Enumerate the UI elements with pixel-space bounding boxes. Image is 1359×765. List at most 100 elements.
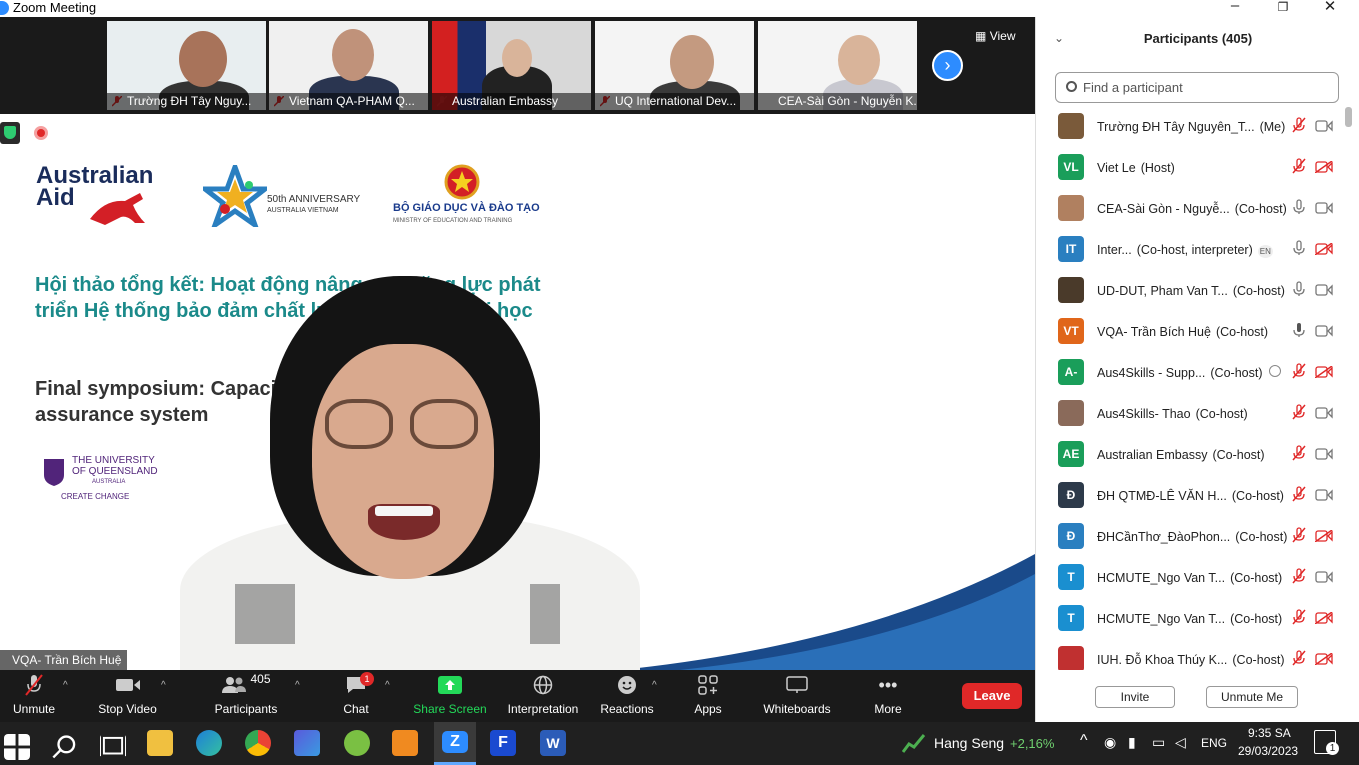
video-camera-icon[interactable] xyxy=(1315,488,1333,501)
whiteboards-button[interactable]: Whiteboards xyxy=(758,670,836,722)
video-thumbnail[interactable]: Australian Embassy xyxy=(432,21,591,110)
participant-row[interactable]: A- Aus4Skills - Supp... (Co-host) xyxy=(1036,354,1346,395)
chat-button[interactable]: 1 Chat xyxy=(330,670,382,722)
video-camera-icon[interactable] xyxy=(1315,324,1333,337)
microphone-tray-icon[interactable]: ▮ xyxy=(1128,734,1136,751)
muted-mic-icon[interactable] xyxy=(1292,445,1306,461)
interpretation-button[interactable]: Interpretation xyxy=(502,670,584,722)
video-options-chevron-icon[interactable]: ^ xyxy=(161,680,166,691)
video-thumbnail[interactable]: Trường ĐH Tây Nguy... xyxy=(107,21,266,110)
muted-mic-icon[interactable] xyxy=(1292,568,1306,584)
apps-button[interactable]: Apps xyxy=(686,670,730,722)
clock-date[interactable]: 29/03/2023 xyxy=(1238,744,1298,758)
restore-icon[interactable]: ❐ xyxy=(1268,0,1298,14)
app-f-icon[interactable]: F xyxy=(490,730,516,756)
muted-mic-icon[interactable] xyxy=(1292,363,1306,379)
participant-row[interactable]: UD-DUT, Pham Van T... (Co-host) xyxy=(1036,272,1346,313)
muted-mic-icon[interactable] xyxy=(1292,609,1306,625)
word-icon[interactable]: W xyxy=(540,730,566,756)
video-camera-icon[interactable] xyxy=(1315,283,1333,296)
muted-mic-icon[interactable] xyxy=(1292,117,1306,133)
foxit-icon[interactable] xyxy=(392,730,418,756)
network-icon[interactable]: ▭ xyxy=(1152,734,1165,751)
participant-row[interactable]: Trường ĐH Tây Nguyên_T... (Me) xyxy=(1036,108,1346,149)
participant-row[interactable]: VL Viet Le (Host) xyxy=(1036,149,1346,190)
participant-row[interactable]: CEA-Sài Gòn - Nguyễ... (Co-host) xyxy=(1036,190,1346,231)
input-language[interactable]: ENG xyxy=(1201,736,1227,750)
video-off-icon[interactable] xyxy=(1314,529,1333,543)
stop-video-button[interactable]: Stop Video xyxy=(90,670,165,722)
zoom-taskbar-icon[interactable]: Z xyxy=(434,722,476,765)
chrome-icon[interactable] xyxy=(245,730,271,756)
mic-icon[interactable] xyxy=(1292,199,1306,215)
participant-list-scrollbar[interactable] xyxy=(1345,107,1352,127)
chat-options-chevron-icon[interactable]: ^ xyxy=(385,680,390,691)
participant-row[interactable]: T HCMUTE_Ngo Van T... (Co-host) xyxy=(1036,600,1346,641)
audio-options-chevron-icon[interactable]: ^ xyxy=(63,680,68,691)
participant-row[interactable]: IT Inter... (Co-host, interpreter) EN xyxy=(1036,231,1346,272)
video-off-icon[interactable] xyxy=(1314,611,1333,625)
video-camera-icon[interactable] xyxy=(1315,570,1333,583)
participant-row[interactable]: VT VQA- Trần Bích Huệ (Co-host) xyxy=(1036,313,1346,354)
file-explorer-icon[interactable] xyxy=(147,730,173,756)
task-view-icon[interactable] xyxy=(100,734,126,760)
invite-button[interactable]: Invite xyxy=(1095,686,1175,708)
participant-row[interactable]: Đ ĐHCầnThơ_ĐàoPhon... (Co-host) xyxy=(1036,518,1346,559)
muted-mic-icon[interactable] xyxy=(1292,404,1306,420)
participant-row[interactable]: Đ ĐH QTMĐ-LÊ VĂN H... (Co-host) xyxy=(1036,477,1346,518)
app-icon[interactable] xyxy=(294,730,320,756)
tray-overflow-chevron-icon[interactable]: ^ xyxy=(1080,732,1088,750)
close-icon[interactable]: ✕ xyxy=(1315,0,1345,15)
anniversary-text: 50th ANNIVERSARY AUSTRALIA VIETNAM xyxy=(267,194,360,216)
participants-button[interactable]: 405 Participants xyxy=(208,670,284,722)
mic-icon[interactable] xyxy=(1292,240,1306,256)
video-off-icon[interactable] xyxy=(1314,365,1333,379)
video-thumbnail[interactable]: CEA-Sài Gòn - Nguyễn K... xyxy=(758,21,917,110)
search-icon[interactable] xyxy=(52,734,78,760)
participant-row[interactable]: Aus4Skills- Thao (Co-host) xyxy=(1036,395,1346,436)
video-off-icon[interactable] xyxy=(1314,652,1333,666)
next-page-button[interactable]: › xyxy=(932,50,963,81)
more-button[interactable]: ••• More xyxy=(866,670,910,722)
video-off-icon[interactable] xyxy=(1314,160,1333,174)
video-camera-icon[interactable] xyxy=(1315,201,1333,214)
video-camera-icon[interactable] xyxy=(1315,119,1333,132)
muted-mic-icon[interactable] xyxy=(1292,527,1306,543)
stock-name[interactable]: Hang Seng xyxy=(934,735,1004,751)
participant-display-name: ĐH QTMĐ-LÊ VĂN H... xyxy=(1097,489,1227,503)
video-thumbnail[interactable]: UQ International Dev... xyxy=(595,21,754,110)
participant-row[interactable]: T HCMUTE_Ngo Van T... (Co-host) xyxy=(1036,559,1346,600)
mic-icon[interactable] xyxy=(1292,322,1306,338)
muted-mic-icon[interactable] xyxy=(1292,158,1306,174)
video-camera-icon[interactable] xyxy=(1315,406,1333,419)
minimize-icon[interactable]: – xyxy=(1220,0,1250,14)
video-off-icon[interactable] xyxy=(1314,242,1333,256)
chat-bubble-icon xyxy=(330,670,382,700)
video-camera-icon[interactable] xyxy=(1315,447,1333,460)
leave-button[interactable]: Leave xyxy=(962,683,1022,709)
view-button[interactable]: ▦ View xyxy=(975,29,1015,43)
edge-icon[interactable] xyxy=(196,730,222,756)
participant-role: (Co-host) xyxy=(1230,571,1283,585)
stock-chart-icon[interactable] xyxy=(902,732,926,754)
volume-icon[interactable]: ◁ xyxy=(1175,734,1186,751)
participants-options-chevron-icon[interactable]: ^ xyxy=(295,680,300,691)
participant-role: (Co-host) xyxy=(1234,202,1287,216)
camera-tray-icon[interactable]: ◉ xyxy=(1104,734,1116,751)
muted-mic-icon[interactable] xyxy=(1292,486,1306,502)
app-green-icon[interactable] xyxy=(344,730,370,756)
participant-row[interactable]: IUH. Đỗ Khoa Thúy K... (Co-host) xyxy=(1036,641,1346,670)
video-thumbnail[interactable]: Vietnam QA-PHAM Q... xyxy=(269,21,428,110)
unmute-button[interactable]: Unmute xyxy=(5,670,63,722)
reactions-options-chevron-icon[interactable]: ^ xyxy=(652,680,657,691)
muted-mic-icon[interactable] xyxy=(1292,650,1306,666)
clock-time[interactable]: 9:35 SA xyxy=(1248,726,1291,740)
reactions-button[interactable]: Reactions xyxy=(598,670,656,722)
mic-icon[interactable] xyxy=(1292,281,1306,297)
participant-row[interactable]: AE Australian Embassy (Co-host) xyxy=(1036,436,1346,477)
windows-start-icon[interactable] xyxy=(4,734,30,760)
share-screen-button[interactable]: Share Screen xyxy=(410,670,490,722)
unmute-me-button[interactable]: Unmute Me xyxy=(1206,686,1298,708)
participant-search-input[interactable]: Find a participant xyxy=(1055,72,1339,103)
security-shield-icon[interactable] xyxy=(0,122,20,144)
